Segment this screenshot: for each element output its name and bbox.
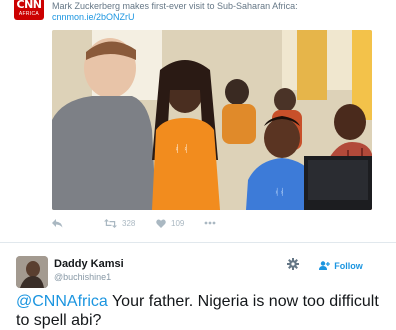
avatar[interactable] (16, 256, 48, 288)
user-handle[interactable]: @buchishine1 (54, 272, 111, 283)
retweet-count: 328 (122, 218, 136, 228)
mention-link[interactable]: @CNNAfrica (16, 293, 108, 310)
reply-arrow-icon (52, 218, 63, 228)
svg-text:ᚮᚮ: ᚮᚮ (274, 187, 285, 197)
settings-button[interactable] (286, 257, 300, 275)
display-name[interactable]: Daddy Kamsi (54, 258, 124, 271)
like-button[interactable]: 109 (156, 216, 184, 230)
like-count: 109 (171, 218, 185, 228)
follow-label: Follow (334, 261, 363, 271)
reply-tweet-text: @CNNAfrica Your father. Nigeria is now t… (16, 292, 386, 330)
gear-icon (287, 257, 299, 275)
photo-scene: ᚮ ᚮ ᚮᚮ (52, 30, 372, 210)
avatar-image (16, 256, 48, 288)
heart-icon (156, 218, 166, 228)
parent-tweet-text: Mark Zuckerberg makes first-ever visit t… (52, 1, 298, 11)
more-dots-icon (204, 221, 216, 225)
tweet-photo[interactable]: ᚮ ᚮ ᚮᚮ (52, 30, 372, 210)
cnn-africa-logo[interactable]: CNN AFRICA (14, 0, 44, 20)
parent-tweet-link[interactable]: cnnmon.ie/2bONZrU (52, 12, 135, 23)
parent-tweet-header: CNN AFRICA Mark Zuckerberg makes first-e… (0, 0, 396, 30)
logo-text-main: CNN (16, 0, 43, 11)
add-user-icon (319, 260, 331, 272)
reply-button[interactable] (52, 216, 63, 230)
more-button[interactable] (204, 216, 216, 230)
tweet-divider (0, 242, 396, 243)
logo-text-sub: AFRICA (18, 11, 40, 17)
retweet-button[interactable]: 328 (104, 216, 135, 230)
tweet-actions: 328 109 (52, 216, 252, 230)
follow-button[interactable]: Follow (312, 256, 370, 276)
svg-text:ᚮ ᚮ: ᚮ ᚮ (174, 144, 189, 155)
retweet-icon (104, 218, 117, 228)
